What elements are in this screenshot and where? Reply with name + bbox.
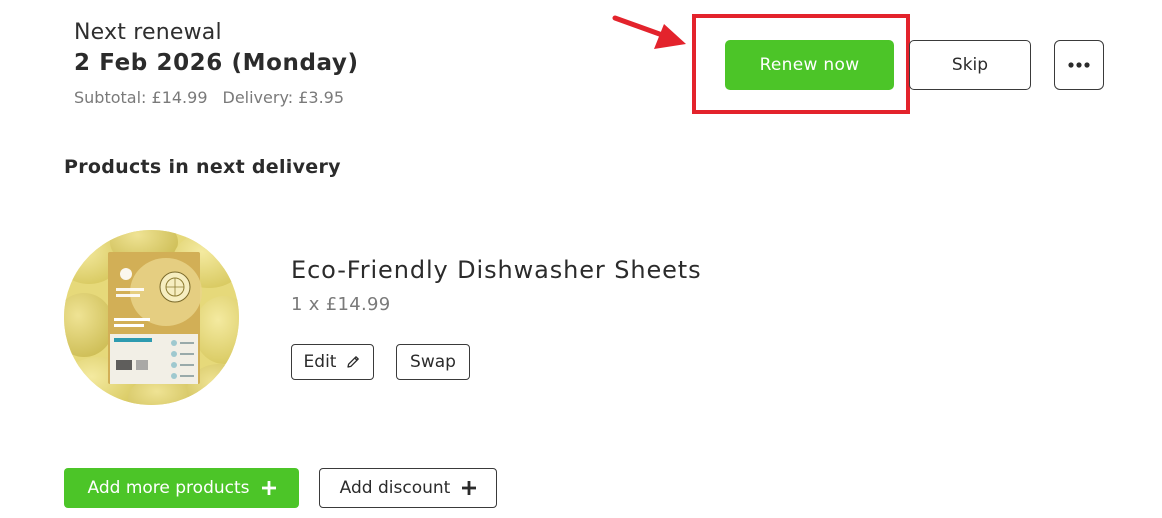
subscription-page: Next renewal 2 Feb 2026 (Monday) Subtota… [0, 0, 1162, 518]
plus-icon [261, 481, 276, 495]
next-renewal-label: Next renewal [74, 20, 222, 45]
subtotal-text: Subtotal: £14.99 [74, 88, 208, 107]
delivery-text: Delivery: £3.95 [222, 88, 345, 107]
skip-button[interactable]: Skip [909, 40, 1031, 90]
edit-product-button[interactable]: Edit [291, 344, 374, 380]
product-quantity-price: 1 x £14.99 [291, 294, 391, 315]
annotation-arrow-icon [612, 15, 686, 49]
add-more-products-button[interactable]: Add more products [64, 468, 299, 508]
add-more-products-label: Add more products [87, 478, 250, 498]
pencil-icon [347, 356, 360, 368]
next-renewal-date: 2 Feb 2026 (Monday) [74, 50, 359, 76]
plus-icon [462, 481, 477, 495]
products-section-title: Products in next delivery [64, 156, 341, 178]
product-image [64, 230, 239, 405]
order-totals: Subtotal: £14.99 Delivery: £3.95 [74, 86, 344, 110]
add-discount-label: Add discount [339, 478, 451, 498]
edit-label: Edit [303, 352, 337, 372]
more-options-button[interactable] [1054, 40, 1104, 90]
product-name: Eco-Friendly Dishwasher Sheets [291, 256, 702, 284]
renew-now-button[interactable]: Renew now [725, 40, 894, 90]
add-discount-button[interactable]: Add discount [319, 468, 497, 508]
ellipsis-icon [1068, 62, 1090, 68]
swap-product-button[interactable]: Swap [396, 344, 470, 380]
